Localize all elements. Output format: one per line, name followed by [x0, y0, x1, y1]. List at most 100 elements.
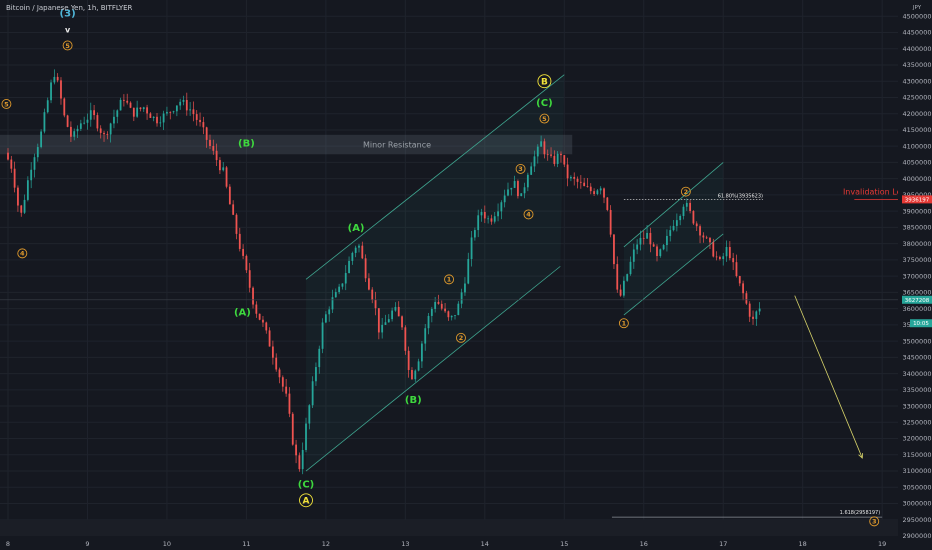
wave-label: 2 [684, 188, 689, 196]
candle-body [265, 322, 268, 331]
candle-body [136, 107, 139, 117]
price-tick-label: 3600000 [903, 305, 932, 313]
candle-body [238, 233, 241, 249]
candle-body [629, 261, 632, 275]
candle-body [407, 350, 410, 371]
candle-body [401, 316, 403, 328]
candle-body [245, 255, 248, 271]
candle-body [454, 315, 456, 316]
candle-body [467, 259, 470, 284]
time-tick-label: 9 [85, 540, 89, 548]
candle-body [497, 211, 499, 217]
candle-body [672, 225, 675, 231]
candle-body [175, 105, 178, 112]
candle-body [109, 123, 112, 135]
price-tick-label: 3300000 [903, 402, 932, 410]
candle-body [447, 311, 450, 318]
candle-body [248, 270, 251, 288]
candle-body [666, 235, 668, 246]
candle-body [517, 181, 519, 197]
price-tick-label: 3000000 [903, 500, 932, 508]
candle-body [23, 199, 26, 213]
candle-body [450, 315, 453, 318]
candle-body [659, 249, 662, 257]
price-tick-label: 3650000 [903, 289, 932, 297]
candle-body [394, 306, 397, 311]
candle-body [556, 153, 559, 164]
candle-body [146, 107, 148, 114]
candle-body [387, 319, 390, 323]
candle-body [530, 166, 533, 175]
candle-body [278, 369, 281, 378]
candle-body [421, 343, 423, 362]
candle-body [351, 252, 354, 261]
candle-body [722, 256, 725, 260]
wave-label: 3 [872, 518, 877, 526]
price-tick-label: 3350000 [903, 386, 932, 394]
price-chart[interactable]: Minor Resistance 61.80%(3935623) 1.618(2… [0, 0, 932, 550]
candle-body [642, 237, 645, 239]
candle-body [70, 126, 72, 137]
candle-body [593, 191, 595, 195]
candle-body [169, 111, 172, 113]
time-axis[interactable]: 8 9 10 11 12 13 14 15 16 17 18 19 [0, 536, 898, 550]
candle-body [719, 256, 721, 260]
currency-label: JPY [912, 5, 922, 11]
candle-body [570, 176, 572, 179]
chart-area[interactable]: Minor Resistance 61.80%(3935623) 1.618(2… [0, 0, 932, 550]
candle-body [669, 230, 672, 236]
bottom-band [0, 519, 898, 536]
candle-body [56, 76, 59, 81]
price-tick-label: 3150000 [903, 451, 932, 459]
candle-body [242, 248, 244, 256]
price-tick-label: 3900000 [903, 207, 932, 215]
candle-body [563, 155, 566, 165]
wave-label: A [303, 497, 310, 507]
price-tick-label: 4350000 [903, 61, 932, 69]
candle-body [205, 127, 208, 140]
time-tick-label: 19 [878, 540, 886, 548]
candle-body [26, 180, 29, 200]
candle-body [397, 306, 400, 317]
candle-body [473, 230, 476, 238]
candle-body [288, 393, 291, 414]
candle-body [526, 174, 529, 188]
candle-body [159, 122, 162, 124]
candle-body [63, 98, 66, 116]
candle-body [271, 346, 274, 358]
candle-body [7, 152, 9, 160]
candle-body [430, 308, 433, 316]
price-tick-label: 4450000 [903, 29, 932, 37]
candle-body [344, 273, 347, 284]
time-tick-label: 18 [799, 540, 807, 548]
fib-1618-label: 1.618(2958197) [840, 510, 881, 516]
candle-body [728, 247, 731, 259]
candle-body [520, 193, 523, 197]
wave-label: 1 [622, 320, 627, 328]
candle-body [308, 405, 311, 424]
price-tick-label: 3400000 [903, 370, 932, 378]
candle-body [152, 116, 155, 118]
candle-body [215, 150, 218, 161]
candle-body [692, 211, 695, 224]
candle-body [268, 330, 271, 347]
candle-body [613, 234, 615, 265]
candle-body [43, 112, 46, 132]
candle-body [17, 187, 19, 206]
candle-body [222, 167, 225, 171]
candle-body [30, 169, 33, 181]
candle-body [652, 244, 655, 247]
candle-body [99, 128, 102, 133]
candle-body [742, 283, 744, 294]
candle-body [212, 146, 215, 151]
candle-body [298, 455, 301, 470]
candle-body [507, 189, 509, 196]
candle-body [33, 157, 36, 170]
candle-body [334, 292, 337, 298]
candle-body [275, 357, 278, 370]
candle-body [679, 215, 682, 221]
price-axis[interactable]: 2900000 2950000 3000000 3050000 3100000 31500… [898, 0, 932, 550]
candle-body [533, 156, 536, 167]
candle-body [358, 245, 360, 248]
candle-body [86, 119, 89, 123]
